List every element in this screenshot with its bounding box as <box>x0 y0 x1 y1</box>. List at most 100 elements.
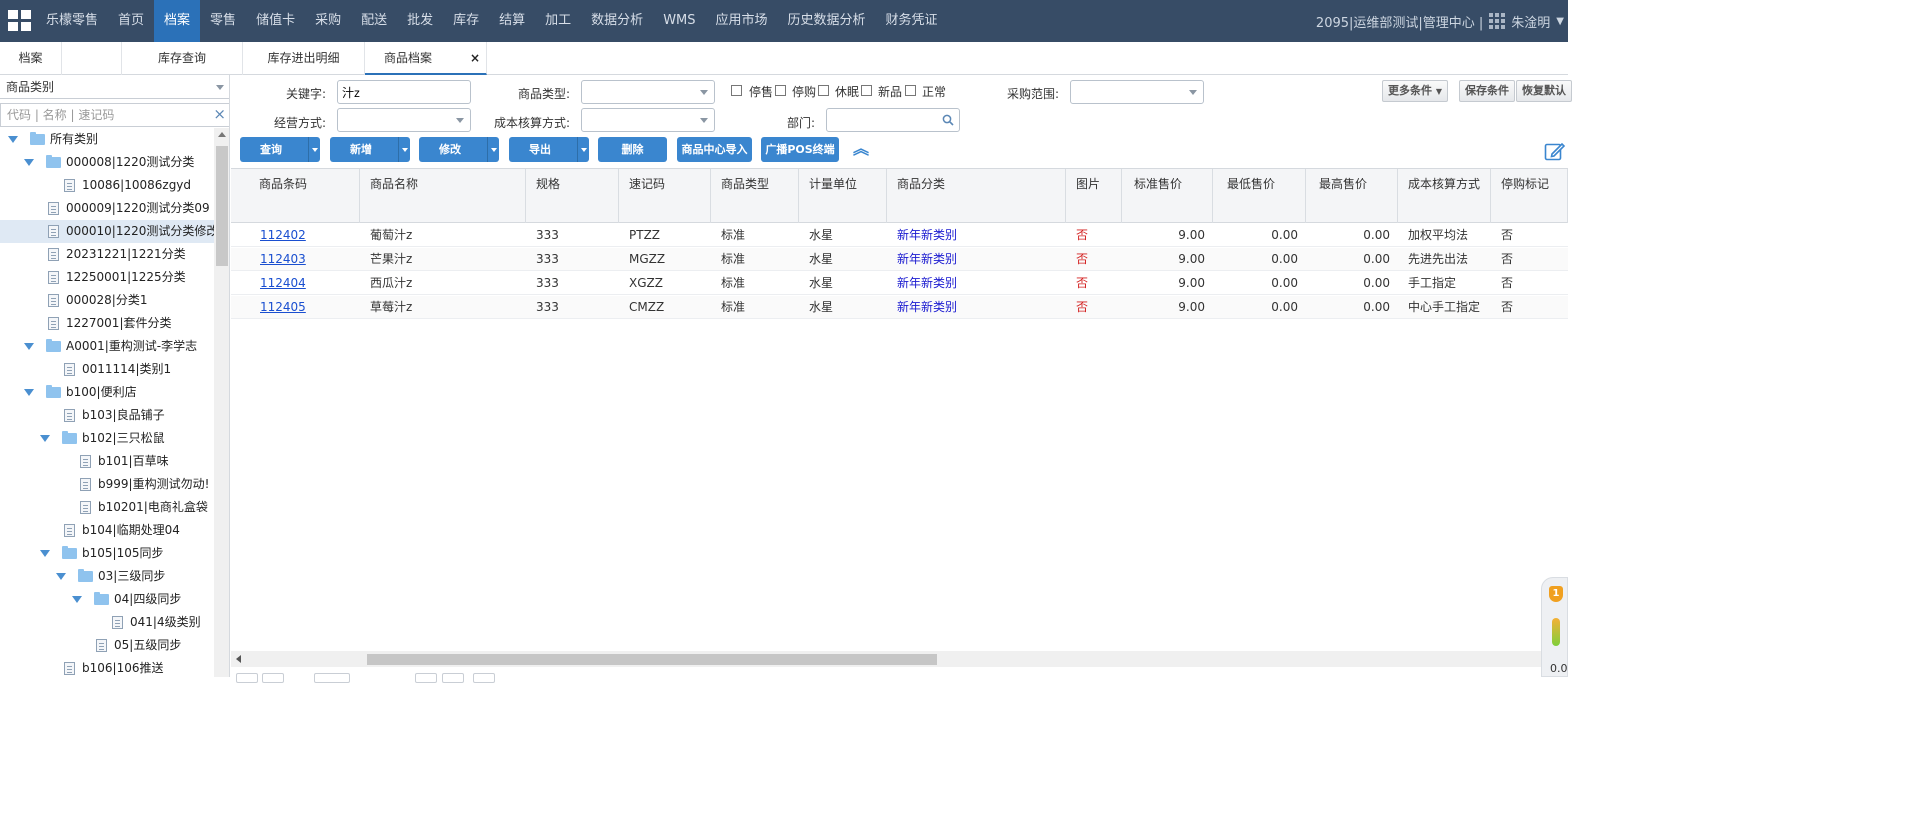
nav-item[interactable]: 财务凭证 <box>876 0 948 42</box>
dept-select[interactable] <box>826 108 960 132</box>
tree-node[interactable]: 000008|1220测试分类 <box>0 151 214 174</box>
tree-node[interactable]: b106|106推送 <box>0 657 214 677</box>
expand-toggle-icon[interactable] <box>72 596 82 603</box>
clear-icon[interactable]: × <box>213 106 226 123</box>
restore-default-button[interactable]: 恢复默认 <box>1516 80 1572 102</box>
nav-brand[interactable]: 乐檬零售 <box>36 0 108 42</box>
checkbox-stop-sale[interactable] <box>731 85 742 96</box>
table-row[interactable]: 112405 草莓汁z 333 CMZZ 标准 水星 新年新类别 否 9.00 0.00 0.00 中… <box>231 296 1568 319</box>
column-header-min-price[interactable]: 最低售价 <box>1213 169 1306 223</box>
user-name[interactable]: 朱淦明 <box>1511 12 1550 31</box>
tree-node[interactable]: b100|便利店 <box>0 381 214 404</box>
tab-inventory-query[interactable]: 库存查询 <box>121 42 243 75</box>
tree-node[interactable]: b105|105同步 <box>0 542 214 565</box>
tree-node[interactable]: 041|4级类别 <box>0 611 214 634</box>
broadcast-pos-button[interactable]: 广播POS终端 <box>761 137 839 162</box>
purchase-scope-select[interactable] <box>1070 80 1204 104</box>
tree-node[interactable]: 000028|分类1 <box>0 289 214 312</box>
tree-node[interactable]: 12250001|1225分类 <box>0 266 214 289</box>
tree-scrollbar[interactable] <box>214 128 229 677</box>
scroll-up-icon[interactable] <box>218 132 226 137</box>
tab-archive[interactable]: 档案 <box>0 42 62 75</box>
nav-item[interactable]: 档案 <box>154 0 201 42</box>
pager-first-button[interactable] <box>236 673 258 683</box>
tree-node[interactable]: b10201|电商礼盒袋 <box>0 496 214 519</box>
column-header-barcode[interactable]: 商品条码 <box>231 169 360 223</box>
tree-node[interactable]: 03|三级同步 <box>0 565 214 588</box>
checkbox-new[interactable] <box>861 85 872 96</box>
nav-item[interactable]: 库存 <box>443 0 489 42</box>
nav-item[interactable]: 首页 <box>108 0 154 42</box>
nav-item[interactable]: 批发 <box>397 0 443 42</box>
nav-item[interactable]: 结算 <box>489 0 535 42</box>
save-conditions-button[interactable]: 保存条件 <box>1459 80 1515 102</box>
checkbox-normal[interactable] <box>905 85 916 96</box>
nav-item[interactable]: 数据分析 <box>581 0 653 42</box>
tree-node[interactable]: 05|五级同步 <box>0 634 214 657</box>
column-header-unit[interactable]: 计量单位 <box>799 169 887 223</box>
column-header-spec[interactable]: 规格 <box>526 169 619 223</box>
close-icon[interactable]: × <box>470 42 480 74</box>
nav-item[interactable]: 零售 <box>200 0 246 42</box>
product-type-select[interactable] <box>581 80 715 104</box>
checkbox-stop-purchase[interactable] <box>775 85 786 96</box>
column-header-product-type[interactable]: 商品类型 <box>711 169 799 223</box>
modify-button[interactable]: 修改 <box>419 137 499 162</box>
tree-node[interactable]: b999|重构测试勿动! <box>0 473 214 496</box>
expand-toggle-icon[interactable] <box>24 159 34 166</box>
cost-method-select[interactable] <box>581 108 715 132</box>
pager-next-button[interactable] <box>415 673 437 683</box>
tree-node[interactable]: b103|良品铺子 <box>0 404 214 427</box>
column-header-product-name[interactable]: 商品名称 <box>360 169 526 223</box>
modify-dropdown[interactable] <box>487 137 499 162</box>
expand-toggle-icon[interactable] <box>8 136 18 143</box>
expand-toggle-icon[interactable] <box>24 389 34 396</box>
tree-node[interactable]: b102|三只松鼠 <box>0 427 214 450</box>
tree-node[interactable]: 000010|1220测试分类修改 <box>0 220 214 243</box>
app-grid-logo-icon[interactable] <box>8 10 32 32</box>
chevron-down-icon[interactable]: ▼ <box>1556 16 1564 27</box>
nav-item[interactable]: WMS <box>653 0 705 42</box>
cell-barcode[interactable]: 112404 <box>260 272 377 295</box>
tree-node[interactable]: 10086|10086zgyd <box>0 174 214 197</box>
cell-barcode[interactable]: 112402 <box>260 224 377 247</box>
biz-mode-select[interactable] <box>337 108 471 132</box>
query-dropdown[interactable] <box>308 137 320 162</box>
apps-grid-icon[interactable] <box>1489 13 1506 29</box>
delete-button[interactable]: 删除 <box>598 137 667 162</box>
scroll-left-icon[interactable] <box>236 655 241 663</box>
export-dropdown[interactable] <box>577 137 589 162</box>
table-row[interactable]: 112404 西瓜汁z 333 XGZZ 标准 水星 新年新类别 否 9.00 0.00 0.00 手… <box>231 272 1568 295</box>
column-header-max-price[interactable]: 最高售价 <box>1306 169 1398 223</box>
nav-item[interactable]: 应用市场 <box>706 0 778 42</box>
pager-prev-button[interactable] <box>262 673 284 683</box>
category-type-select[interactable]: 商品类别 <box>0 75 229 99</box>
tree-node[interactable]: 1227001|套件分类 <box>0 312 214 335</box>
tree-node[interactable]: A0001|重构测试-李学志 <box>0 335 214 358</box>
query-button[interactable]: 查询 <box>240 137 320 162</box>
nav-item[interactable]: 历史数据分析 <box>778 0 876 42</box>
column-header-stop-purchase[interactable]: 停购标记 <box>1491 169 1568 223</box>
tree-node[interactable]: b104|临期处理04 <box>0 519 214 542</box>
expand-toggle-icon[interactable] <box>24 343 34 350</box>
expand-toggle-icon[interactable] <box>40 550 50 557</box>
pager-last-button[interactable] <box>442 673 464 683</box>
tab-product-archive[interactable]: 商品档案 × <box>365 42 487 75</box>
table-row[interactable]: 112403 芒果汁z 333 MGZZ 标准 水星 新年新类别 否 9.00 0.00 0.00 先… <box>231 248 1568 271</box>
collapse-up-icon[interactable]: ︽ <box>853 140 869 158</box>
tree-node[interactable]: 000009|1220测试分类09 <box>0 197 214 220</box>
expand-toggle-icon[interactable] <box>40 435 50 442</box>
nav-item[interactable]: 加工 <box>535 0 581 42</box>
scroll-thumb[interactable] <box>367 654 937 665</box>
table-row[interactable]: 112402 葡萄汁z 333 PTZZ 标准 水星 新年新类别 否 9.00 0.00 0.00 加… <box>231 224 1568 247</box>
edit-icon[interactable] <box>1544 140 1566 162</box>
column-header-shortcode[interactable]: 速记码 <box>619 169 711 223</box>
more-conditions-button[interactable]: 更多条件 ▼ <box>1382 80 1448 102</box>
nav-item[interactable]: 配送 <box>351 0 397 42</box>
expand-toggle-icon[interactable] <box>56 573 66 580</box>
tree-node[interactable]: 20231221|1221分类 <box>0 243 214 266</box>
category-search-input[interactable] <box>0 103 229 127</box>
column-header-category[interactable]: 商品分类 <box>887 169 1066 223</box>
add-button[interactable]: 新增 <box>330 137 410 162</box>
tree-node[interactable]: 所有类别 <box>0 128 214 151</box>
